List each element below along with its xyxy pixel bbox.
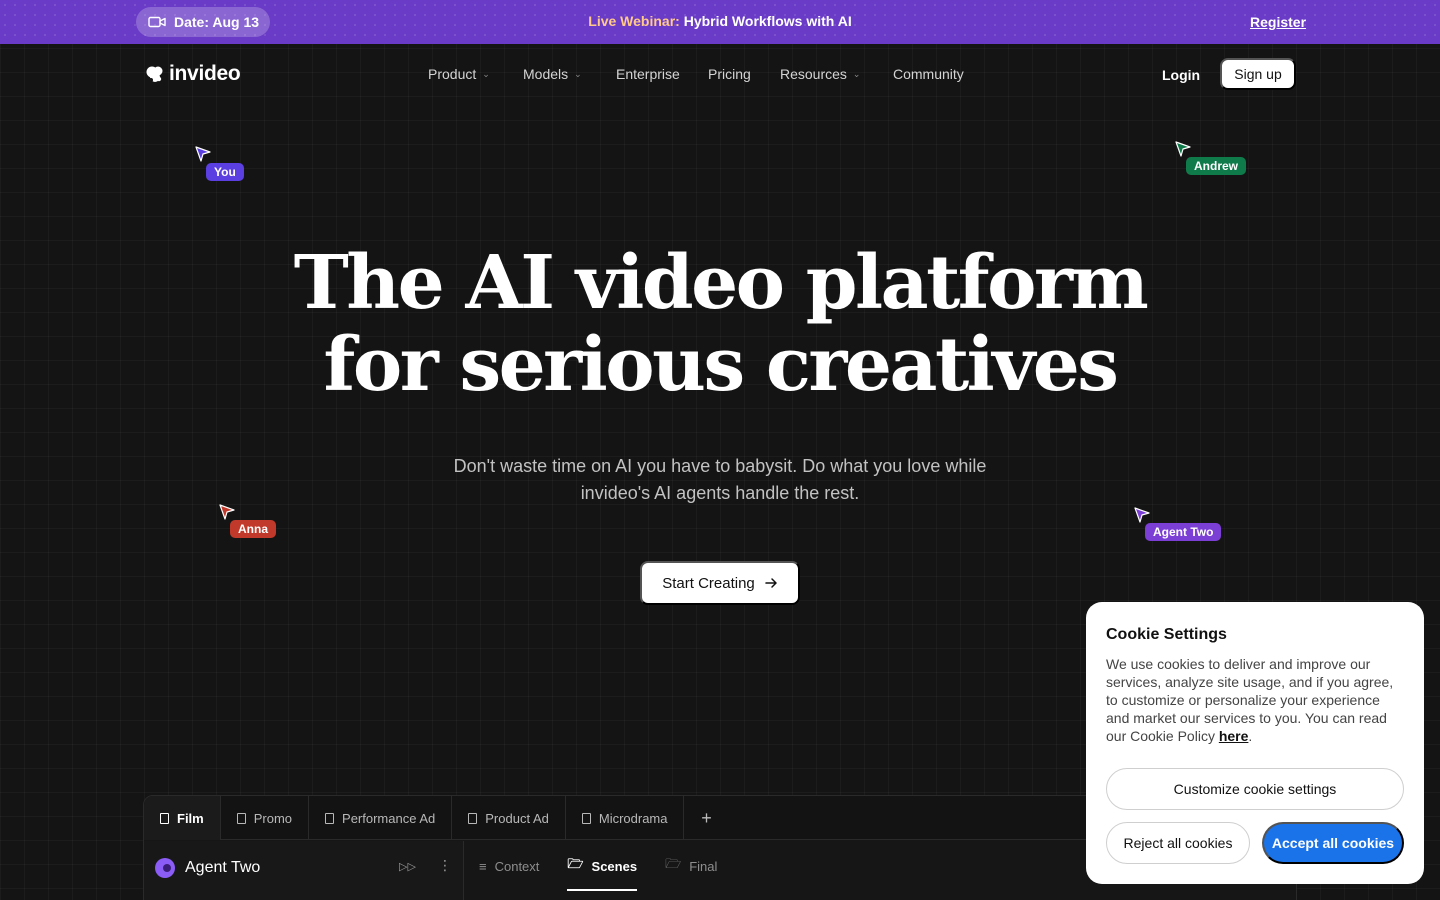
hero-title: The AI video platform for serious creati…	[0, 242, 1440, 406]
arrow-right-icon	[765, 578, 777, 588]
cursor-arrow-icon	[219, 504, 235, 520]
chevron-down-icon: ⌄	[482, 69, 490, 79]
nav-label: Community	[893, 66, 964, 82]
agent-panel: Agent Two ▷▷ ⋮	[144, 841, 464, 900]
document-icon	[581, 812, 591, 824]
webinar-announcement[interactable]: Live Webinar: Hybrid Workflows with AI	[0, 13, 1440, 29]
nav-item-product[interactable]: Product ⌄	[428, 66, 490, 82]
cookie-title: Cookie Settings	[1106, 626, 1227, 643]
list-icon: ≡	[479, 858, 487, 874]
cursor-arrow-icon	[1175, 141, 1191, 157]
chevron-down-icon: ⌄	[852, 69, 861, 79]
more-options-icon[interactable]: ⋮	[438, 857, 452, 874]
webinar-title: Hybrid Workflows with AI	[683, 13, 852, 29]
tab-label: Promo	[253, 810, 293, 826]
tab-label: Film	[177, 810, 204, 826]
subtab-label: Scenes	[591, 858, 638, 874]
nav-label: Resources	[780, 66, 847, 82]
cursor-arrow-icon	[1134, 507, 1150, 523]
signup-button[interactable]: Sign up	[1220, 58, 1296, 90]
tab-label: Performance Ad	[342, 810, 436, 826]
cursor-label-you: You	[206, 163, 244, 181]
hero-subtitle-line: invideo's AI agents handle the rest.	[580, 483, 860, 503]
document-icon	[325, 812, 335, 824]
document-icon	[468, 812, 478, 824]
start-creating-button[interactable]: Start Creating	[640, 561, 800, 605]
accept-cookies-button[interactable]: Accept all cookies	[1262, 822, 1404, 864]
nav-label: Pricing	[708, 66, 751, 82]
nav-item-enterprise[interactable]: Enterprise	[616, 66, 680, 82]
subtab-label: Context	[494, 858, 540, 874]
folder-icon: 🗁	[567, 856, 584, 871]
subtab-final[interactable]: 🗁 Final	[651, 841, 731, 891]
cookie-policy-link[interactable]: here	[1219, 728, 1249, 744]
hero-subtitle-line: Don't waste time on AI you have to babys…	[453, 456, 987, 476]
tab-microdrama[interactable]: Microdrama	[566, 796, 685, 840]
subtab-label: Final	[689, 858, 718, 874]
folder-icon: 🗁	[665, 856, 682, 871]
document-icon	[236, 812, 246, 824]
nav-label: Product	[428, 66, 477, 82]
webinar-highlight: Live Webinar:	[588, 13, 680, 29]
tab-product-ad[interactable]: Product Ad	[452, 796, 566, 840]
tab-film[interactable]: Film	[144, 796, 221, 840]
cursor-label-anna: Anna	[230, 520, 276, 538]
customize-cookies-button[interactable]: Customize cookie settings	[1106, 768, 1404, 810]
cookie-description: We use cookies to deliver and improve ou…	[1106, 655, 1406, 745]
hero-title-line: for serious creatives	[323, 322, 1119, 408]
cursor-arrow-icon	[195, 146, 211, 162]
cursor-label-agent-two: Agent Two	[1145, 523, 1222, 541]
chevron-down-icon: ⌄	[574, 69, 582, 79]
tab-performance-ad[interactable]: Performance Ad	[309, 796, 453, 840]
subtab-context[interactable]: ≡ Context	[465, 841, 553, 891]
agent-name: Agent Two	[185, 859, 261, 876]
hero-title-line: The AI video platform	[293, 240, 1149, 326]
subtab-scenes[interactable]: 🗁 Scenes	[553, 841, 651, 891]
tab-label: Product Ad	[485, 810, 549, 826]
hero-subtitle: Don't waste time on AI you have to babys…	[420, 453, 1020, 507]
nav-item-community[interactable]: Community	[893, 66, 964, 82]
agent-avatar	[155, 858, 175, 878]
nav-label: Models	[523, 66, 569, 82]
agent-subtabs: ≡ Context 🗁 Scenes 🗁 Final	[465, 841, 731, 891]
cursor-label-andrew: Andrew	[1186, 157, 1247, 175]
reject-cookies-button[interactable]: Reject all cookies	[1106, 822, 1250, 864]
nav-item-models[interactable]: Models ⌄	[523, 66, 582, 82]
add-tab-button[interactable]: +	[684, 796, 728, 840]
tab-label: Microdrama	[598, 810, 668, 826]
nav-label: Enterprise	[616, 66, 680, 82]
cta-label: Start Creating	[662, 574, 755, 592]
login-link[interactable]: Login	[1162, 67, 1200, 83]
cookie-dialog: Cookie Settings We use cookies to delive…	[1086, 602, 1424, 884]
nav-item-resources[interactable]: Resources ⌄	[780, 66, 860, 82]
register-link[interactable]: Register	[1250, 14, 1306, 30]
tab-promo[interactable]: Promo	[221, 796, 310, 840]
cookie-body-end: .	[1248, 728, 1253, 744]
webinar-banner: Date: Aug 13 Live Webinar: Hybrid Workfl…	[0, 0, 1440, 44]
fast-forward-icon[interactable]: ▷▷	[399, 860, 416, 873]
nav-item-pricing[interactable]: Pricing	[708, 66, 751, 82]
document-icon	[160, 812, 169, 824]
